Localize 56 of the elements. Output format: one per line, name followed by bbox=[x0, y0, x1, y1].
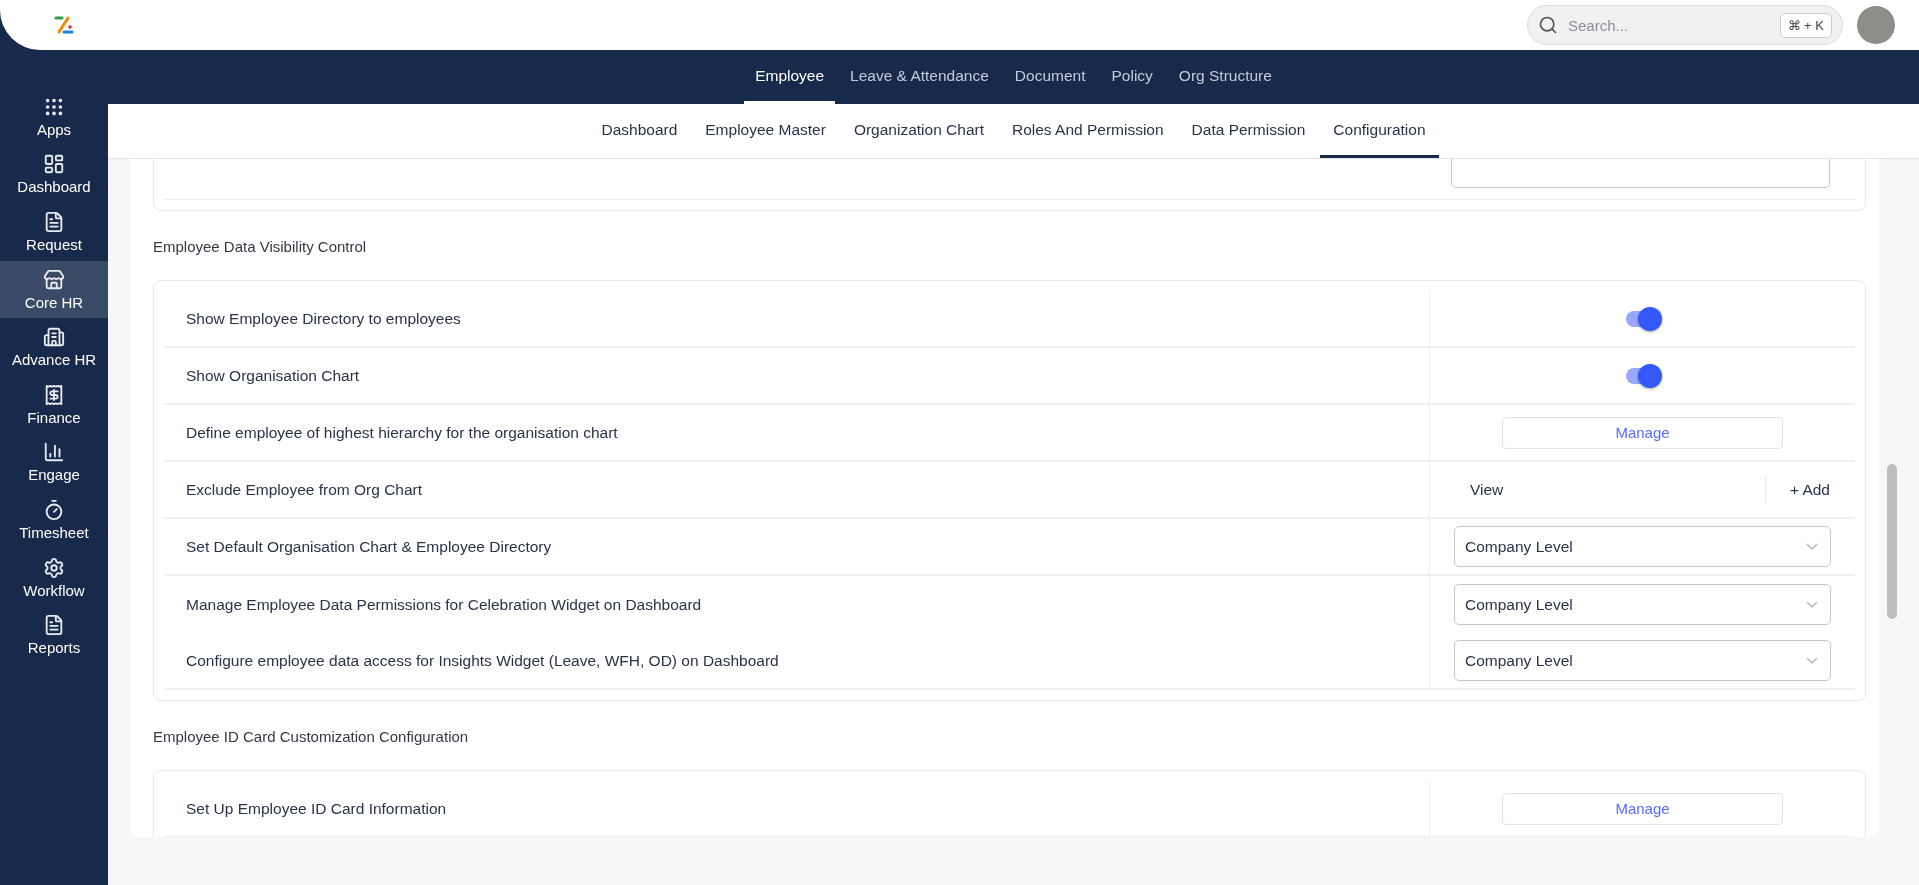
section-title: Employee ID Card Customization Configuration bbox=[153, 726, 470, 747]
sub-tab[interactable]: Dashboard bbox=[588, 104, 691, 158]
nav-tab[interactable]: Document bbox=[1003, 50, 1097, 104]
timer-icon bbox=[43, 498, 65, 521]
sidebar-item[interactable]: Reports bbox=[0, 606, 108, 664]
sidebar-item[interactable]: Dashboard bbox=[0, 145, 108, 204]
dropdown-field[interactable] bbox=[1451, 159, 1830, 188]
setting-label: Define employee of highest hierarchy for the organisation chart bbox=[164, 405, 1430, 460]
search-input[interactable]: Search... bbox=[1566, 15, 1772, 35]
manage-button[interactable]: Manage bbox=[1502, 792, 1783, 825]
settings-icon bbox=[43, 556, 65, 579]
sidebar-item[interactable]: Workflow bbox=[0, 548, 108, 607]
receipt-icon bbox=[43, 383, 65, 406]
manage-button[interactable]: Manage bbox=[1502, 416, 1783, 449]
search-bar[interactable]: Search... ⌘ + K bbox=[1527, 5, 1843, 45]
sidebar-item[interactable]: Apps bbox=[0, 88, 108, 146]
sidebar-item[interactable]: Engage bbox=[0, 433, 108, 492]
view-link[interactable]: View bbox=[1470, 480, 1765, 499]
shortcut-hint: ⌘ + K bbox=[1779, 12, 1832, 38]
sub-tab[interactable]: Organization Chart bbox=[840, 104, 997, 158]
bar-chart-icon bbox=[43, 441, 65, 464]
search-icon bbox=[1538, 15, 1558, 35]
sidebar-item[interactable]: Finance bbox=[0, 375, 108, 434]
dropdown-select[interactable]: Company Level bbox=[1454, 526, 1831, 567]
setting-label: Set Default Organisation Chart & Employee Directory bbox=[164, 519, 1430, 574]
sidebar-item[interactable]: Timesheet bbox=[0, 491, 108, 549]
add-link[interactable]: + Add bbox=[1789, 480, 1830, 499]
sidebar-item[interactable]: Advance HR bbox=[0, 318, 108, 376]
chevron-down-icon bbox=[1806, 601, 1818, 608]
logo-icon bbox=[53, 14, 75, 36]
dropdown-select[interactable]: Company Level bbox=[1454, 584, 1831, 625]
document-icon bbox=[43, 211, 65, 233]
setting-label: Show Organisation Chart bbox=[164, 348, 1430, 403]
setting-label: Set Up Employee ID Card Information bbox=[164, 781, 1430, 836]
setting-label: Show Employee Directory to employees bbox=[164, 291, 1430, 346]
store-icon bbox=[43, 268, 65, 291]
dropdown-select[interactable]: Company Level bbox=[1454, 640, 1831, 681]
building-icon bbox=[43, 326, 65, 349]
sidebar-item[interactable]: Request bbox=[0, 203, 108, 261]
chevron-down-icon bbox=[1806, 657, 1818, 664]
section-title: Employee Data Visibility Control bbox=[153, 236, 368, 257]
sub-tab[interactable]: Employee Master bbox=[692, 104, 839, 158]
sub-tab[interactable]: Data Permission bbox=[1178, 104, 1319, 158]
sub-tab[interactable]: Roles And Permission bbox=[999, 104, 1177, 158]
setting-label: Configure employee data access for Insights Widget (Leave, WFH, OD) on Dashboard bbox=[164, 633, 1430, 688]
nav-tab[interactable]: Leave & Attendance bbox=[839, 50, 1000, 104]
setting-label: Manage Employee Data Permissions for Celebration Widget on Dashboard bbox=[164, 576, 1430, 633]
dashboard-icon bbox=[43, 153, 65, 176]
sidebar-item[interactable]: Core HR bbox=[0, 260, 108, 319]
scrollbar-thumb[interactable] bbox=[1887, 464, 1897, 619]
setting-label: Exclude Employee from Org Chart bbox=[164, 462, 1430, 517]
nav-tab[interactable]: Org Structure bbox=[1167, 50, 1283, 104]
document-icon bbox=[43, 614, 65, 637]
avatar[interactable] bbox=[1857, 6, 1895, 44]
chevron-down-icon bbox=[1806, 543, 1818, 550]
nav-tab[interactable]: Policy bbox=[1100, 50, 1164, 104]
